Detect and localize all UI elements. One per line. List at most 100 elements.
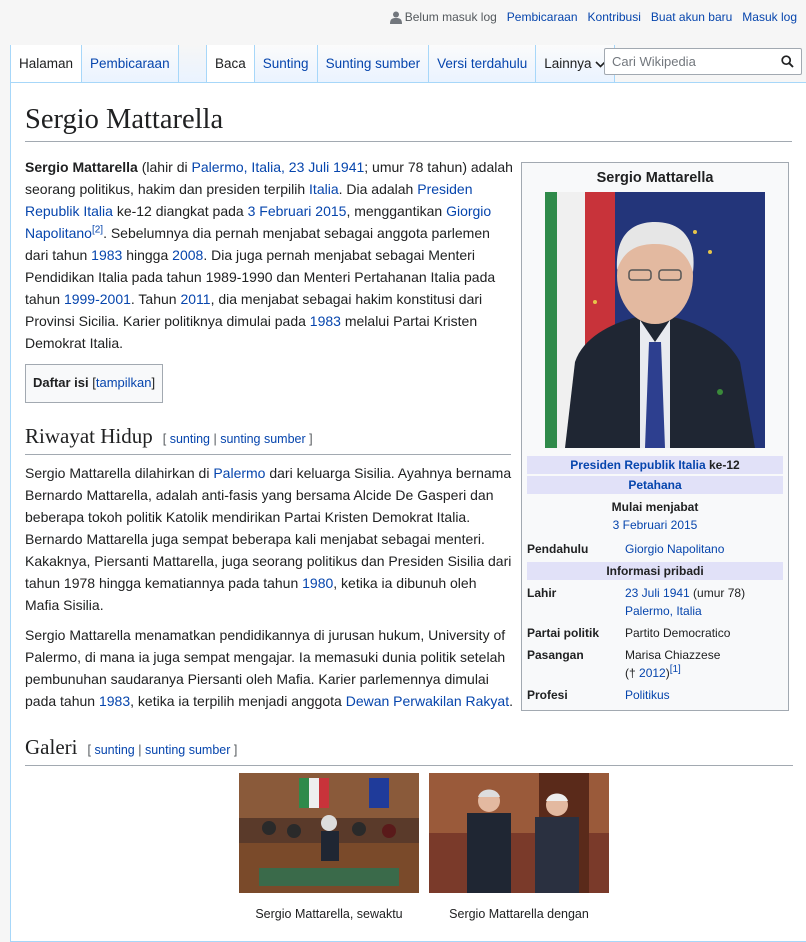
infobox-title: Sergio Mattarella xyxy=(596,170,714,186)
born-row: Lahir 23 Juli 1941 (umur 78) Palermo, Ita… xyxy=(527,582,783,622)
gallery-image-napolitano[interactable] xyxy=(429,773,609,893)
spouse-value: Marisa Chiazzese xyxy=(625,648,721,662)
start-label: Mulai menjabat xyxy=(611,500,699,514)
article-content: Sergio Mattarella Sergio Mattarella Pres… xyxy=(10,82,806,942)
edit-link[interactable]: sunting xyxy=(94,743,134,757)
gallery: Sergio Mattarella, sewaktu Sergio Mattar… xyxy=(239,773,792,922)
heading-riwayat: Riwayat Hidup [ sunting | sunting sumber … xyxy=(25,423,511,455)
page-title: Sergio Mattarella xyxy=(25,102,792,142)
office-link[interactable]: Presiden Republik Italia xyxy=(570,458,705,472)
predecessor-link[interactable]: Giorgio Napolitano xyxy=(625,542,724,556)
incumbent-link[interactable]: Petahana xyxy=(628,478,681,492)
link-dpr[interactable]: Dewan Perwakilan Rakyat xyxy=(346,693,509,709)
ref-link[interactable]: [2] xyxy=(92,224,103,235)
riwayat-text: Sergio Mattarella dilahirkan di xyxy=(25,465,214,481)
intro-text: . Tahun xyxy=(130,291,181,307)
intro-text: . Dia adalah xyxy=(338,181,418,197)
search-box[interactable] xyxy=(604,48,802,75)
office-suffix: ke-12 xyxy=(705,458,740,472)
riwayat-paragraph-1: Sergio Mattarella dilahirkan di Palermo … xyxy=(25,462,513,616)
toc-bracket: [ xyxy=(88,375,96,390)
table-of-contents: Daftar isi [tampilkan] xyxy=(25,364,164,403)
search-icon[interactable] xyxy=(781,55,794,68)
namespace-tabs: Halaman Pembicaraan xyxy=(10,45,207,82)
edit-section: [ sunting | sunting sumber ] xyxy=(163,432,313,446)
create-account-link[interactable]: Buat akun baru xyxy=(651,10,732,24)
article-body: Sergio Mattarella (lahir di Palermo, Ita… xyxy=(25,156,513,712)
spouse-label: Pasangan xyxy=(527,648,584,662)
link-palermo[interactable]: Palermo xyxy=(213,465,265,481)
edit-bracket: ] xyxy=(305,432,313,446)
intro-text: hingga xyxy=(122,247,173,263)
edit-bracket: ] xyxy=(230,743,238,757)
spouse-death-prefix: († xyxy=(625,666,640,680)
riwayat-paragraph-2: Sergio Mattarella menamatkan pendidikann… xyxy=(25,624,513,712)
infobox-incumbent-header: Petahana xyxy=(527,476,783,494)
search-input[interactable] xyxy=(612,49,772,74)
talk-link[interactable]: Pembicaraan xyxy=(507,10,578,24)
party-value: Partito Democratico xyxy=(625,626,731,640)
party-label: Partai politik xyxy=(527,626,600,640)
user-icon xyxy=(389,11,402,24)
link-palermo-italia[interactable]: Palermo, Italia, 23 Juli 1941 xyxy=(192,159,365,175)
start-date-link[interactable]: 3 Februari 2015 xyxy=(613,518,698,532)
contributions-link[interactable]: Kontribusi xyxy=(588,10,641,24)
predecessor-row: Pendahulu Giorgio Napolitano xyxy=(527,538,783,560)
personal-info-header: Informasi pribadi xyxy=(527,562,783,580)
anonymous-user: Belum masuk log xyxy=(389,10,497,24)
edit-bracket: [ xyxy=(162,432,170,446)
tab-history[interactable]: Versi terdahulu xyxy=(429,45,537,82)
link-1983c[interactable]: 1983 xyxy=(99,693,130,709)
spouse-ref-link[interactable]: [1] xyxy=(670,664,681,675)
edit-source-link[interactable]: sunting sumber xyxy=(145,743,230,757)
born-place-link[interactable]: Palermo, Italia xyxy=(625,604,702,618)
link-1983[interactable]: 1983 xyxy=(91,247,122,263)
portrait-image[interactable] xyxy=(545,192,765,448)
anon-label: Belum masuk log xyxy=(404,10,497,24)
link-1999[interactable]: 1999-2001 xyxy=(64,291,131,307)
toc-toggle-link[interactable]: tampilkan xyxy=(96,375,152,390)
link-1983b[interactable]: 1983 xyxy=(310,313,341,329)
predecessor-label: Pendahulu xyxy=(527,542,589,556)
edit-section: [ sunting | sunting sumber ] xyxy=(87,743,237,757)
spouse-row: Pasangan Marisa Chiazzese († 2012)[1] xyxy=(527,644,783,684)
edit-source-link[interactable]: sunting sumber xyxy=(220,432,305,446)
personal-tools: Belum masuk log Pembicaraan Kontribusi B… xyxy=(389,10,797,24)
edit-separator: | xyxy=(210,432,221,446)
gallery-image-parliament[interactable] xyxy=(239,773,419,893)
intro-text: , menggantikan xyxy=(346,203,447,219)
link-italia[interactable]: Italia xyxy=(309,181,339,197)
login-link[interactable]: Masuk log xyxy=(742,10,797,24)
tab-talk[interactable]: Pembicaraan xyxy=(82,45,179,82)
spouse-year-link[interactable]: 2012 xyxy=(639,666,666,680)
profession-link[interactable]: Politikus xyxy=(625,688,670,702)
tab-edit[interactable]: Sunting xyxy=(254,45,318,82)
gallery-caption: Sergio Mattarella, sewaktu xyxy=(255,907,403,921)
view-tabs: Baca Sunting Sunting sumber Versi terdah… xyxy=(206,45,615,82)
link-2008[interactable]: 2008 xyxy=(172,247,203,263)
subject-name: Sergio Mattarella xyxy=(25,159,138,175)
link-2011[interactable]: 2011 xyxy=(180,291,210,307)
tab-spacer xyxy=(178,45,207,82)
profession-label: Profesi xyxy=(527,688,568,702)
heading-galeri-text: Galeri xyxy=(25,735,78,759)
link-1980[interactable]: 1980 xyxy=(302,575,333,591)
tab-page[interactable]: Halaman xyxy=(11,45,83,82)
intro-text: (lahir di xyxy=(137,159,192,175)
heading-galeri: Galeri [ sunting | sunting sumber ] xyxy=(25,734,793,766)
tab-edit-source[interactable]: Sunting sumber xyxy=(317,45,430,82)
infobox-office-header: Presiden Republik Italia ke-12 xyxy=(527,456,783,474)
link-date[interactable]: 3 Februari 2015 xyxy=(248,203,347,219)
gallery-item: Sergio Mattarella dengan xyxy=(429,773,609,922)
tab-read[interactable]: Baca xyxy=(207,45,255,82)
gallery-caption: Sergio Mattarella dengan xyxy=(449,907,589,921)
riwayat-text: dari keluarga Sisilia. Ayahnya bernama B… xyxy=(25,465,512,591)
gallery-item: Sergio Mattarella, sewaktu xyxy=(239,773,419,922)
born-label: Lahir xyxy=(527,586,557,600)
born-date-link[interactable]: 23 Juli 1941 xyxy=(625,586,690,600)
intro-text: ke-12 diangkat pada xyxy=(112,203,248,219)
heading-riwayat-text: Riwayat Hidup xyxy=(25,424,153,448)
riwayat-text: , ketika ia terpilih menjadi anggota xyxy=(130,693,346,709)
edit-link[interactable]: sunting xyxy=(170,432,210,446)
tab-more[interactable]: Lainnya xyxy=(536,45,615,82)
